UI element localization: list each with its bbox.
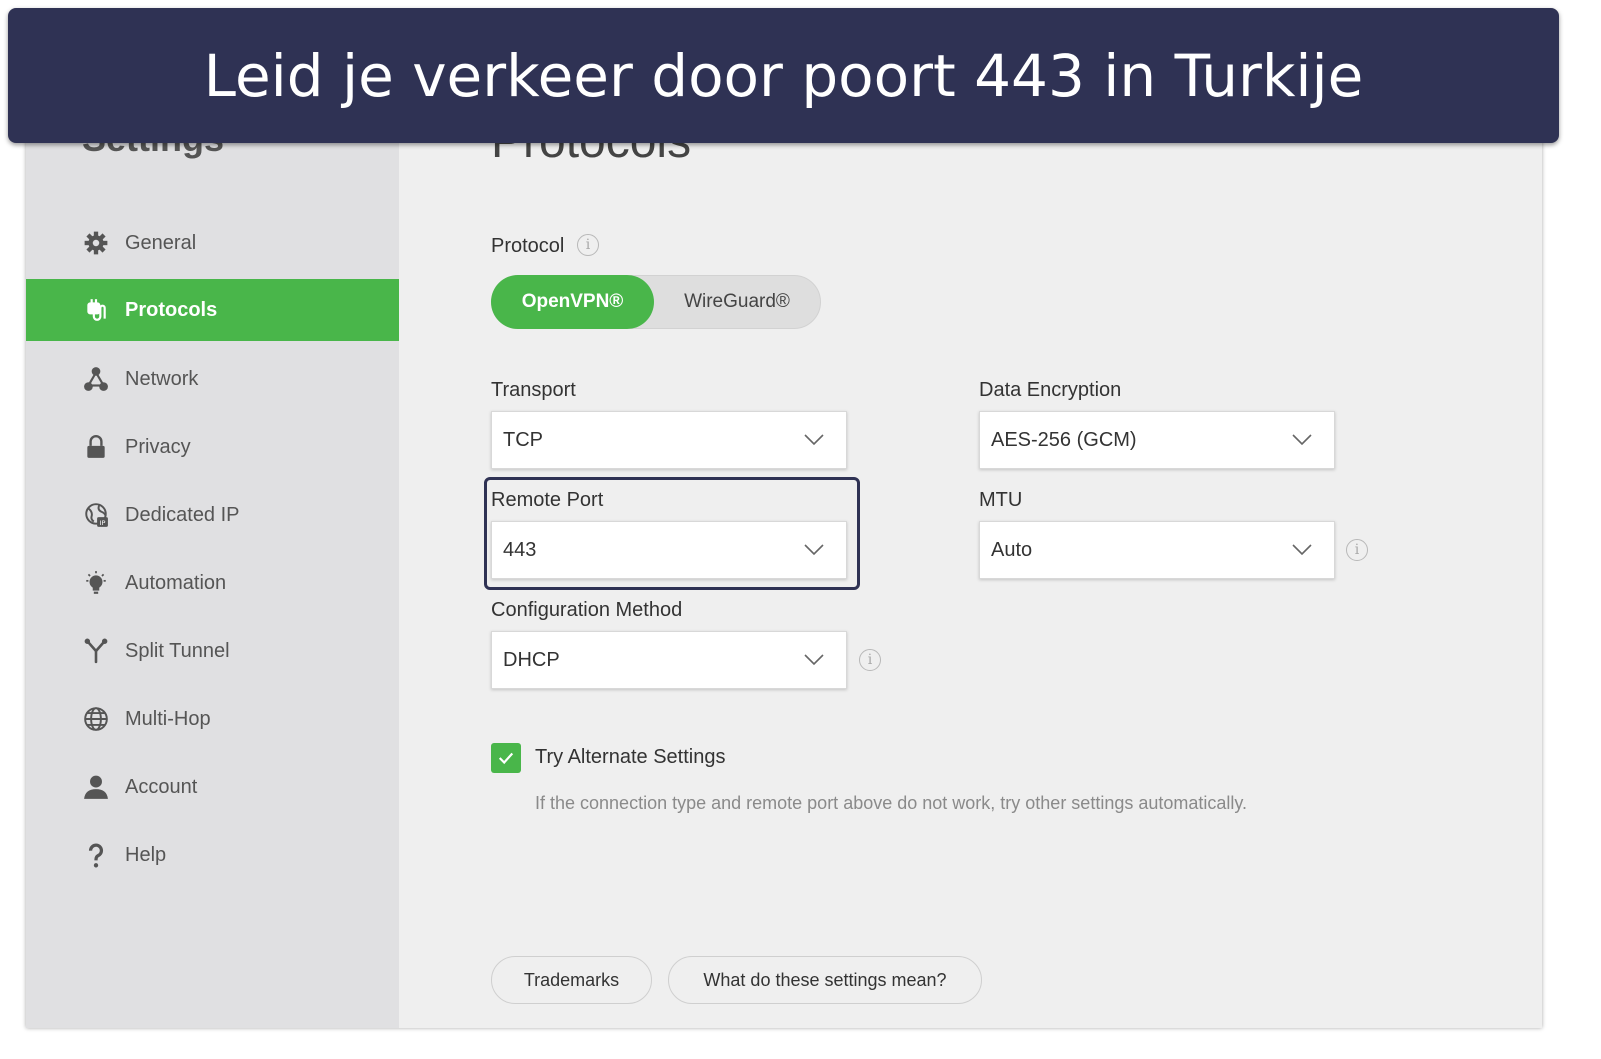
chevron-down-icon	[804, 544, 824, 556]
sidebar-item-label: Protocols	[125, 298, 218, 321]
sidebar-item-dedicated-ip[interactable]: IP Dedicated IP	[26, 484, 399, 546]
try-alternate-label: Try Alternate Settings	[535, 746, 726, 768]
mtu-label: MTU	[979, 489, 1023, 511]
sidebar-item-label: Automation	[125, 571, 227, 594]
svg-text:IP: IP	[100, 519, 106, 527]
lightbulb-icon	[82, 569, 110, 597]
info-icon[interactable]: i	[1346, 539, 1368, 561]
sidebar-item-label: Split Tunnel	[125, 639, 230, 662]
chevron-down-icon	[1292, 544, 1312, 556]
protocol-toggle: OpenVPN® WireGuard®	[491, 275, 821, 329]
protocol-label: Protocol	[491, 235, 565, 257]
wireguard-option[interactable]: WireGuard®	[654, 275, 820, 329]
sidebar-item-general[interactable]: General	[26, 212, 399, 274]
caption-banner: Leid je verkeer door poort 443 in Turkij…	[8, 8, 1559, 143]
sidebar-item-help[interactable]: Help	[26, 824, 399, 886]
remote-port-label: Remote Port	[491, 489, 604, 511]
sidebar-item-label: Help	[125, 843, 167, 866]
gear-icon	[82, 229, 110, 257]
sidebar-item-protocols[interactable]: Protocols	[26, 279, 399, 341]
data-encryption-label: Data Encryption	[979, 379, 1122, 401]
sidebar-item-label: Multi-Hop	[125, 707, 211, 730]
chevron-down-icon	[804, 654, 824, 666]
sidebar-item-network[interactable]: Network	[26, 348, 399, 410]
sidebar-item-multi-hop[interactable]: Multi-Hop	[26, 688, 399, 750]
settings-help-button[interactable]: What do these settings mean?	[668, 956, 982, 1004]
sidebar-item-label: Privacy	[125, 435, 191, 458]
dedicated-ip-icon: IP	[82, 501, 110, 529]
transport-value: TCP	[503, 428, 543, 451]
mtu-value: Auto	[991, 538, 1033, 561]
main-panel: Protocols Protocol i OpenVPN® WireGuard®…	[399, 90, 1542, 1028]
configuration-method-label: Configuration Method	[491, 599, 683, 621]
lock-icon	[82, 433, 110, 461]
data-encryption-select[interactable]: AES-256 (GCM)	[979, 411, 1335, 469]
transport-label: Transport	[491, 379, 576, 401]
sidebar-item-label: Account	[125, 775, 198, 798]
sidebar-item-account[interactable]: Account	[26, 756, 399, 818]
sidebar-item-label: Dedicated IP	[125, 503, 240, 526]
transport-select[interactable]: TCP	[491, 411, 847, 469]
checkmark-icon	[498, 752, 514, 765]
info-icon[interactable]: i	[859, 649, 881, 671]
app-window: Settings General Protocols Network Priva…	[26, 90, 1542, 1028]
sidebar-item-automation[interactable]: Automation	[26, 552, 399, 614]
split-tunnel-icon	[82, 637, 110, 665]
mtu-select[interactable]: Auto	[979, 521, 1335, 579]
protocol-plug-icon	[82, 296, 110, 324]
trademarks-button[interactable]: Trademarks	[491, 956, 652, 1004]
try-alternate-description: If the connection type and remote port a…	[535, 793, 1248, 813]
openvpn-option[interactable]: OpenVPN®	[491, 275, 654, 329]
try-alternate-checkbox[interactable]	[491, 743, 521, 773]
data-encryption-value: AES-256 (GCM)	[991, 428, 1137, 451]
sidebar-item-label: Network	[125, 367, 199, 390]
remote-port-select[interactable]: 443	[491, 521, 847, 579]
sidebar-item-label: General	[125, 231, 197, 254]
sidebar-item-split-tunnel[interactable]: Split Tunnel	[26, 620, 399, 682]
configuration-method-value: DHCP	[503, 648, 560, 671]
chevron-down-icon	[804, 434, 824, 446]
remote-port-value: 443	[503, 538, 537, 561]
globe-icon	[82, 705, 110, 733]
network-icon	[82, 365, 110, 393]
chevron-down-icon	[1292, 434, 1312, 446]
banner-text: Leid je verkeer door poort 443 in Turkij…	[203, 41, 1364, 110]
configuration-method-select[interactable]: DHCP	[491, 631, 847, 689]
user-icon	[82, 773, 110, 801]
sidebar-item-privacy[interactable]: Privacy	[26, 416, 399, 478]
info-icon[interactable]: i	[577, 234, 599, 256]
sidebar: Settings General Protocols Network Priva…	[26, 90, 399, 1028]
question-icon	[82, 841, 110, 869]
